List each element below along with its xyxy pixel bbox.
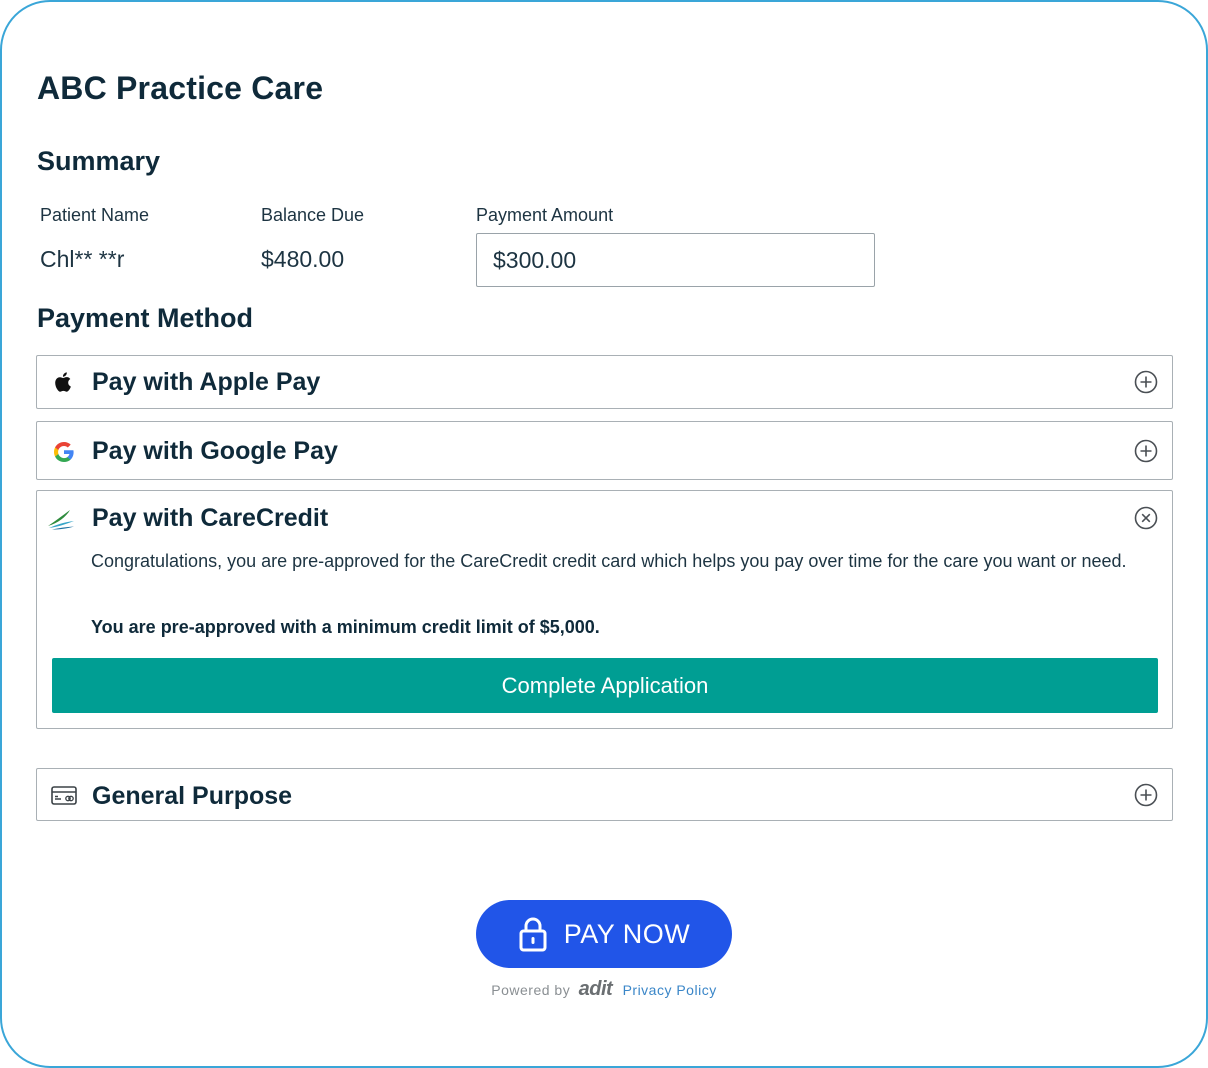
summary-heading: Summary [37, 146, 161, 176]
payment-method-heading: Payment Method [37, 303, 254, 333]
footer: Powered by adit Privacy Policy [0, 978, 1208, 1001]
apple-icon [51, 369, 77, 395]
collapse-close-icon[interactable] [1134, 506, 1158, 530]
practice-title: ABC Practice Care [37, 70, 324, 106]
pay-now-label: PAY NOW [563, 918, 691, 949]
powered-by-text: Powered by [491, 982, 571, 998]
privacy-policy-link[interactable]: Privacy Policy [623, 982, 717, 998]
carecredit-header[interactable]: Pay with CareCredit [37, 491, 1172, 543]
apple-pay-header[interactable]: Pay with Apple Pay [37, 356, 1172, 408]
carecredit-label: Pay with CareCredit [92, 504, 329, 532]
balance-due-label: Balance Due [261, 205, 365, 225]
complete-application-button[interactable]: Complete Application [52, 658, 1158, 713]
payment-amount-input[interactable] [476, 233, 875, 287]
apple-pay-option[interactable]: Pay with Apple Pay [36, 355, 1173, 409]
general-purpose-option[interactable]: General Purpose [36, 768, 1173, 821]
expand-plus-icon[interactable] [1134, 439, 1158, 463]
expand-plus-icon[interactable] [1134, 783, 1158, 807]
lock-icon [518, 916, 548, 952]
patient-name-label: Patient Name [40, 205, 150, 225]
carecredit-icon [46, 506, 76, 532]
apple-pay-label: Pay with Apple Pay [92, 368, 321, 396]
google-pay-header[interactable]: Pay with Google Pay [37, 422, 1172, 479]
credit-card-icon [51, 783, 77, 809]
google-pay-label: Pay with Google Pay [92, 437, 338, 465]
google-pay-option[interactable]: Pay with Google Pay [36, 421, 1173, 480]
carecredit-option: Pay with CareCredit Congratulations, you… [36, 490, 1173, 729]
general-purpose-header[interactable]: General Purpose [37, 769, 1172, 821]
expand-plus-icon[interactable] [1134, 370, 1158, 394]
general-purpose-label: General Purpose [92, 782, 293, 810]
balance-due-value: $480.00 [261, 246, 345, 272]
carecredit-message: Congratulations, you are pre-approved fo… [91, 551, 1127, 571]
carecredit-preapproval: You are pre-approved with a minimum cred… [91, 617, 600, 637]
adit-logo: adit [578, 978, 613, 1000]
pay-now-button[interactable]: PAY NOW [476, 900, 732, 968]
patient-name-value: Chl** **r [40, 246, 125, 272]
payment-amount-label: Payment Amount [476, 205, 614, 225]
google-icon [51, 439, 77, 465]
